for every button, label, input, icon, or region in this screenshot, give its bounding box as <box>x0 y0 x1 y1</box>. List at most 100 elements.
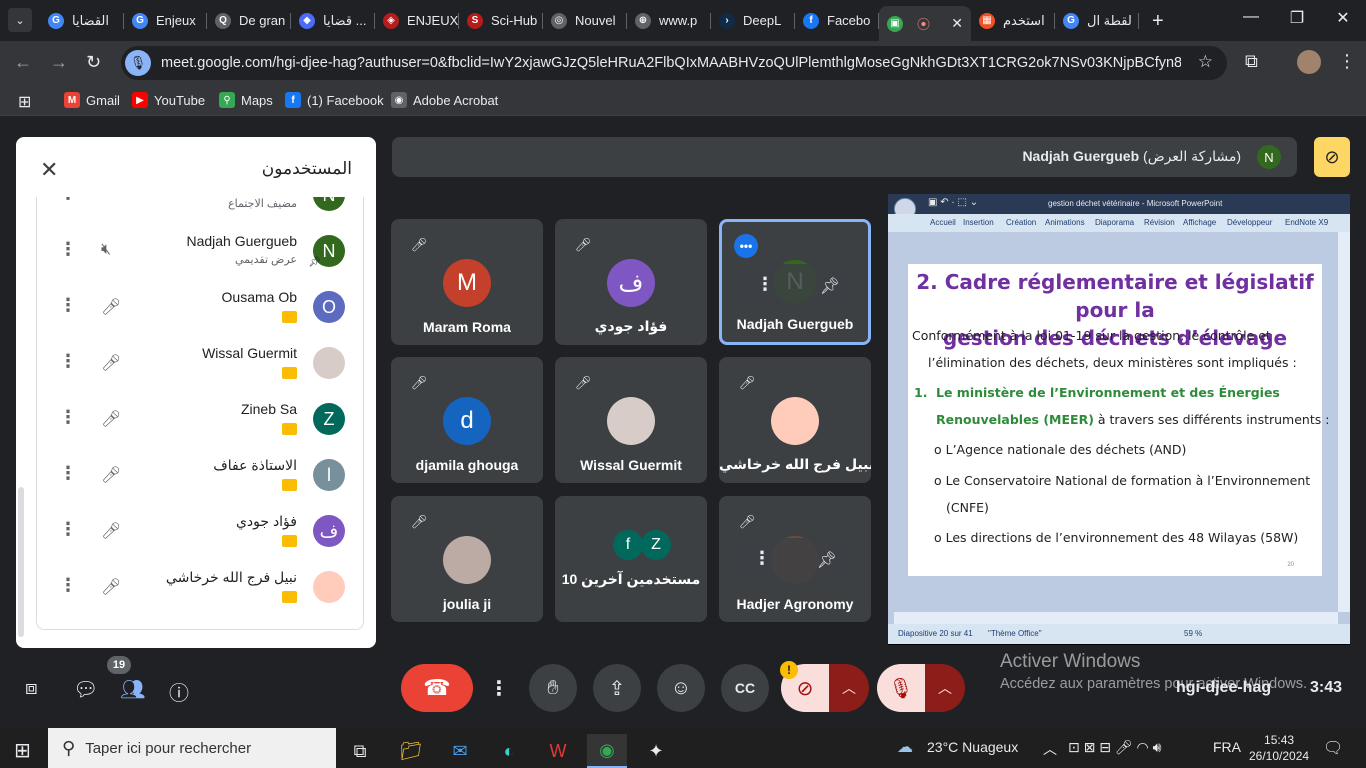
address-bar[interactable]: 🎙︎ meet.google.com/hgi-djee-hag?authuser… <box>121 46 1227 80</box>
participant-tile[interactable]: 🎤︎ نبيل فرج الله خرخاشي <box>719 357 871 483</box>
emoji-icon[interactable]: ☺ <box>657 664 705 712</box>
participant-tile[interactable]: 🎤︎ Wissal Guermit <box>555 357 707 483</box>
language-indicator[interactable]: FRA <box>1213 739 1241 755</box>
stop-presenting-icon[interactable]: ⊘ <box>1314 137 1350 177</box>
mic-off-icon[interactable]: 🎙︎ <box>877 664 925 712</box>
browser-tab[interactable]: G Enjeux <box>124 6 207 35</box>
mic-site-icon[interactable]: 🎙︎ <box>125 50 151 76</box>
participant-tile[interactable]: M 🎤︎ Maram Roma <box>391 219 543 345</box>
browser-tab[interactable]: Q De gran <box>207 6 291 35</box>
pin-icon[interactable]: 📌︎ <box>817 550 837 570</box>
minimize-button[interactable]: — <box>1228 8 1274 26</box>
participant-row[interactable]: N Nadjah Guergueb عرض تقديمي 📌︎ 🔇︎ ⋮ <box>37 225 363 281</box>
info-icon[interactable]: ⓘ <box>169 677 189 706</box>
edge-icon[interactable]: ◐ <box>489 734 529 768</box>
browser-tab[interactable]: › DeepL <box>711 6 795 35</box>
tile-menu-icon[interactable]: ⋮ <box>756 274 774 295</box>
participant-tile[interactable]: f Z 10 مستخدمين آخرين <box>555 496 707 622</box>
mic-muted-icon[interactable]: 🎤︎ <box>101 465 121 485</box>
bookmark-item[interactable]: f (1) Facebook <box>285 92 384 108</box>
scrollbar[interactable] <box>18 487 24 637</box>
participant-menu-icon[interactable]: ⋮ <box>59 519 77 540</box>
people-icon[interactable]: 👥︎ <box>120 677 145 702</box>
browser-tab[interactable]: ⊕ www.p <box>627 6 711 35</box>
more-options-icon[interactable]: ⋮ <box>487 664 511 712</box>
participant-row[interactable]: O Ousama Ob 🎤︎ ⋮ <box>37 281 363 337</box>
task-view-icon[interactable]: ⧉ <box>340 734 380 768</box>
more-options-icon[interactable]: ••• <box>734 234 758 258</box>
app-icon[interactable]: ✦ <box>636 734 676 768</box>
mic-options-chevron-icon[interactable]: ︿ <box>925 664 965 712</box>
participant-menu-icon[interactable]: ⋮ <box>59 295 77 316</box>
url-text[interactable]: meet.google.com/hgi-djee-hag?authuser=0&… <box>161 55 1181 71</box>
participant-menu-icon[interactable]: ⋮ <box>59 351 77 372</box>
bookmark-item[interactable]: M Gmail <box>64 92 120 108</box>
chat-icon[interactable]: 💬︎ <box>73 677 98 702</box>
participant-menu-icon[interactable]: ⋮ <box>59 197 77 204</box>
tile-menu-icon[interactable]: ⋮ <box>753 548 771 569</box>
mic-muted-icon[interactable]: 🎤︎ <box>101 353 121 373</box>
participant-tile[interactable]: d 🎤︎ djamila ghouga <box>391 357 543 483</box>
taskbar-search[interactable]: ⚲ Taper ici pour rechercher <box>48 728 336 768</box>
bookmark-item[interactable]: ⚲ Maps <box>219 92 273 108</box>
system-clock[interactable]: 15:43 26/10/2024 <box>1249 732 1309 764</box>
wps-icon[interactable]: W <box>538 734 578 768</box>
participant-row[interactable]: ف فؤاد جودي 🎤︎ ⋮ <box>37 505 363 561</box>
participant-row[interactable]: Z Zineb Sa 🎤︎ ⋮ <box>37 393 363 449</box>
mail-icon[interactable]: ✉ <box>440 734 480 768</box>
new-tab-button[interactable]: + <box>1152 10 1164 33</box>
profile-avatar[interactable] <box>1297 50 1321 74</box>
browser-tab[interactable]: ▣ ⦿ ✕ <box>879 6 971 41</box>
raise-hand-icon[interactable]: ✋︎ <box>529 664 577 712</box>
tab-search-button[interactable]: ⌄ <box>8 8 32 32</box>
browser-menu-icon[interactable]: ⋮ <box>1338 51 1356 72</box>
bookmark-item[interactable]: ◉ Adobe Acrobat <box>391 92 498 108</box>
close-icon[interactable]: ✕ <box>40 157 58 183</box>
reload-button[interactable]: ↻ <box>86 52 101 73</box>
browser-tab[interactable]: f Facebo <box>795 6 879 35</box>
mic-muted-icon[interactable]: 🎤︎ <box>101 297 121 317</box>
apps-grid-icon[interactable]: ⊞ <box>18 92 31 112</box>
windows-start-icon[interactable]: ⊞ <box>14 738 31 763</box>
participant-row[interactable]: Wissal Guermit 🎤︎ ⋮ <box>37 337 363 393</box>
restore-button[interactable]: ❐ <box>1274 8 1320 28</box>
browser-tab[interactable]: ◎ Nouvel <box>543 6 627 35</box>
participant-menu-icon[interactable]: ⋮ <box>59 575 77 596</box>
close-tab-icon[interactable]: ✕ <box>951 15 963 32</box>
notifications-icon[interactable]: 🗨︎ <box>1323 738 1343 758</box>
participant-row[interactable]: نبيل فرج الله خرخاشي 🎤︎ ⋮ <box>37 561 363 617</box>
forward-button[interactable]: → <box>50 52 68 73</box>
participant-tile[interactable]: 🎤︎ ⋮ 📌︎ Hadjer Agronomy <box>719 496 871 622</box>
browser-tab[interactable]: G القضايا <box>40 6 124 35</box>
leave-call-button[interactable]: ☎︎ <box>401 664 473 712</box>
browser-tab[interactable]: G لقطة ال <box>1055 6 1139 35</box>
bookmark-item[interactable]: ▶ YouTube <box>132 92 205 108</box>
captions-icon[interactable]: CC <box>721 664 769 712</box>
browser-tab[interactable]: ◆ قضايا ... <box>291 6 375 35</box>
browser-tab[interactable]: S Sci-Hub <box>459 6 543 35</box>
mic-muted-icon[interactable]: 🎤︎ <box>101 521 121 541</box>
mic-muted-icon[interactable]: 🎤︎ <box>101 577 121 597</box>
participant-menu-icon[interactable]: ⋮ <box>59 463 77 484</box>
participant-row[interactable]: ا الاستاذة عفاف 🎤︎ ⋮ <box>37 449 363 505</box>
browser-tab[interactable]: ◈ ENJEUX <box>375 6 459 35</box>
participant-tile[interactable]: 🎤︎ joulia ji <box>391 496 543 622</box>
participant-tile[interactable]: N•••⋮📌︎Nadjah Guergueb <box>719 219 871 345</box>
participant-menu-icon[interactable]: ⋮ <box>59 239 77 260</box>
browser-tab[interactable]: ▦ استخدم <box>971 6 1055 35</box>
extensions-icon[interactable]: ⧉ <box>1245 51 1258 72</box>
camera-options-chevron-icon[interactable]: ︿ <box>829 664 869 712</box>
weather-text[interactable]: 23°C Nuageux <box>927 739 1018 755</box>
present-screen-icon[interactable]: ⇪ <box>593 664 641 712</box>
tray-chevron-icon[interactable]: ︿ <box>1043 739 1057 759</box>
bookmark-star-icon[interactable]: ☆ <box>1198 52 1213 72</box>
mic-muted-icon[interactable]: 🔇︎ <box>101 241 111 259</box>
activities-icon[interactable]: ⧈ <box>25 677 38 700</box>
participant-menu-icon[interactable]: ⋮ <box>59 407 77 428</box>
file-explorer-icon[interactable]: 📁︎ <box>391 734 431 768</box>
mic-muted-icon[interactable]: 🎤︎ <box>101 409 121 429</box>
participant-row[interactable]: N مضيف الاجتماع ⋮ <box>37 197 363 225</box>
tray-app-icons[interactable]: ⊡ ⊠ ⊟ 🎤︎ ◠ 🔊︎ <box>1068 739 1161 756</box>
chrome-icon[interactable]: ◉ <box>587 734 627 768</box>
pin-icon[interactable]: 📌︎ <box>820 276 840 296</box>
